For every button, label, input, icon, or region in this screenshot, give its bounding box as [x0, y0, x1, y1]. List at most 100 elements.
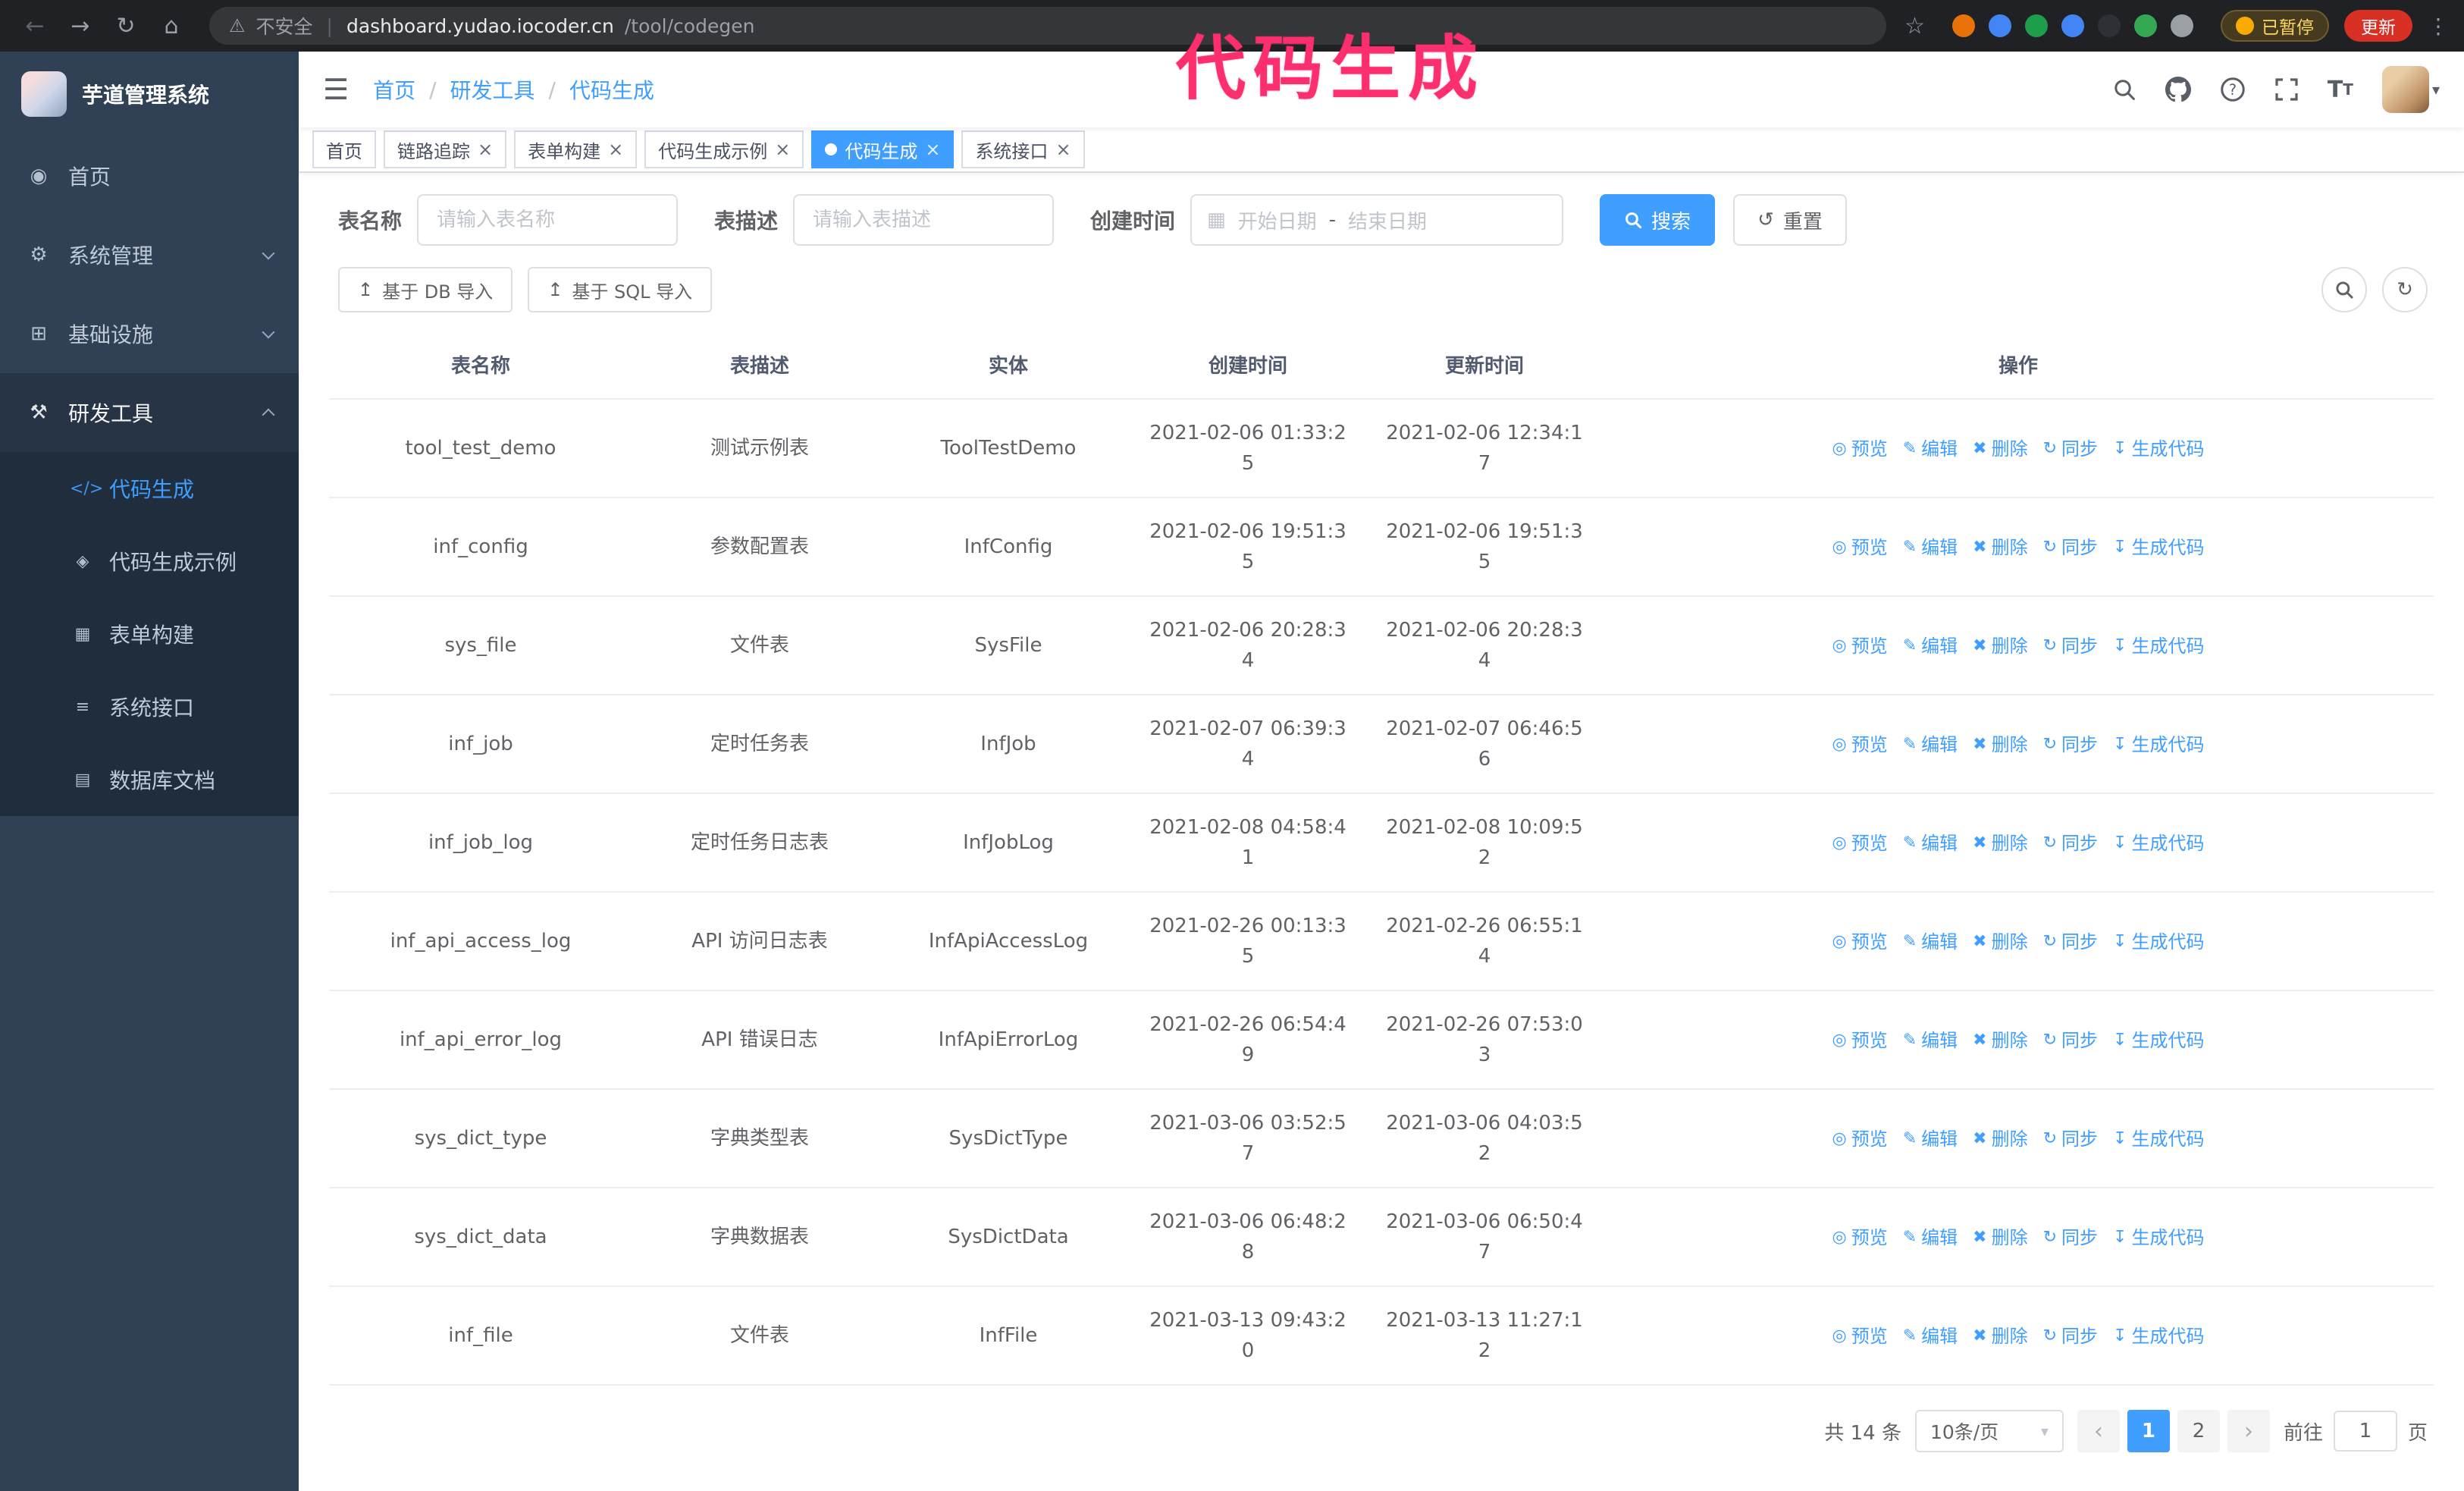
row-action-delete[interactable]: ✖ 删除	[1973, 532, 2027, 563]
row-action-delete[interactable]: ✖ 删除	[1973, 927, 2027, 957]
row-action-delete[interactable]: ✖ 删除	[1973, 1223, 2027, 1253]
row-action-generate[interactable]: ↧ 生成代码	[2113, 828, 2204, 859]
row-action-preview[interactable]: ◎ 预览	[1832, 828, 1888, 859]
extension-icon[interactable]	[2171, 14, 2193, 37]
sidebar-toggle-icon[interactable]: ☰	[323, 73, 349, 106]
row-action-preview[interactable]: ◎ 预览	[1832, 730, 1888, 760]
row-action-sync[interactable]: ↻ 同步	[2043, 1223, 2098, 1253]
row-action-generate[interactable]: ↧ 生成代码	[2113, 1321, 2204, 1351]
breadcrumb-home[interactable]: 首页	[373, 74, 415, 105]
sidebar-item-form-builder[interactable]: ▦ 表单构建	[0, 598, 299, 670]
sidebar-item-home[interactable]: ◉ 首页	[0, 137, 299, 215]
row-action-delete[interactable]: ✖ 删除	[1973, 631, 2027, 661]
header-search-icon[interactable]	[2112, 77, 2136, 102]
browser-menu-icon[interactable]: ⋮	[2428, 14, 2449, 39]
font-size-icon[interactable]: TT	[2328, 77, 2353, 103]
row-action-sync[interactable]: ↻ 同步	[2043, 532, 2098, 563]
row-action-preview[interactable]: ◎ 预览	[1832, 631, 1888, 661]
bookmark-star-icon[interactable]: ☆	[1904, 13, 1925, 39]
close-icon[interactable]: ×	[608, 140, 623, 159]
row-action-delete[interactable]: ✖ 删除	[1973, 828, 2027, 859]
row-action-edit[interactable]: ✎ 编辑	[1903, 1025, 1958, 1056]
close-icon[interactable]: ×	[1055, 140, 1071, 159]
address-bar[interactable]: ⚠ 不安全 | dashboard.yudao.iocoder.cn/tool/…	[209, 7, 1887, 45]
extension-icon[interactable]	[2134, 14, 2157, 37]
row-action-generate[interactable]: ↧ 生成代码	[2113, 1025, 2204, 1056]
row-action-edit[interactable]: ✎ 编辑	[1903, 927, 1958, 957]
row-action-generate[interactable]: ↧ 生成代码	[2113, 730, 2204, 760]
row-action-edit[interactable]: ✎ 编辑	[1903, 1321, 1958, 1351]
sidebar-item-devtools[interactable]: ⚒ 研发工具	[0, 373, 299, 452]
row-action-sync[interactable]: ↻ 同步	[2043, 434, 2098, 464]
row-action-delete[interactable]: ✖ 删除	[1973, 1321, 2027, 1351]
row-action-preview[interactable]: ◎ 预览	[1832, 1321, 1888, 1351]
sidebar-item-codegen-example[interactable]: ◈ 代码生成示例	[0, 525, 299, 598]
sidebar-item-system[interactable]: ⚙ 系统管理	[0, 215, 299, 294]
row-action-sync[interactable]: ↻ 同步	[2043, 1321, 2098, 1351]
table-desc-input[interactable]	[793, 194, 1055, 246]
toggle-search-button[interactable]	[2321, 267, 2367, 312]
sidebar-logo[interactable]: 芋道管理系统	[0, 52, 299, 137]
browser-forward-icon[interactable]: →	[61, 6, 100, 46]
tab-api[interactable]: 系统接口 ×	[961, 130, 1085, 168]
profile-paused-badge[interactable]: 已暂停	[2221, 10, 2329, 42]
import-db-button[interactable]: ↥ 基于 DB 导入	[338, 267, 513, 312]
row-action-preview[interactable]: ◎ 预览	[1832, 1223, 1888, 1253]
row-action-preview[interactable]: ◎ 预览	[1832, 532, 1888, 563]
next-page-button[interactable]: ›	[2227, 1410, 2270, 1452]
browser-home-icon[interactable]: ⌂	[152, 6, 191, 46]
security-label[interactable]: 不安全	[256, 12, 313, 39]
chrome-update-button[interactable]: 更新	[2344, 10, 2412, 42]
row-action-edit[interactable]: ✎ 编辑	[1903, 532, 1958, 563]
row-action-sync[interactable]: ↻ 同步	[2043, 1124, 2098, 1154]
table-name-input[interactable]	[417, 194, 679, 246]
row-action-sync[interactable]: ↻ 同步	[2043, 730, 2098, 760]
extension-icon[interactable]	[2061, 14, 2084, 37]
row-action-preview[interactable]: ◎ 预览	[1832, 1025, 1888, 1056]
extension-icon[interactable]	[2098, 14, 2121, 37]
sidebar-item-db-doc[interactable]: ▤ 数据库文档	[0, 743, 299, 816]
row-action-edit[interactable]: ✎ 编辑	[1903, 730, 1958, 760]
extension-icon[interactable]	[1952, 14, 1975, 37]
tab-form-builder[interactable]: 表单构建 ×	[514, 130, 638, 168]
row-action-delete[interactable]: ✖ 删除	[1973, 434, 2027, 464]
page-2-button[interactable]: 2	[2177, 1410, 2220, 1452]
tab-tracing[interactable]: 链路追踪 ×	[384, 130, 507, 168]
extension-icon[interactable]	[1989, 14, 2011, 37]
sidebar-item-codegen[interactable]: </> 代码生成	[0, 452, 299, 525]
close-icon[interactable]: ×	[775, 140, 790, 159]
search-button[interactable]: 搜索	[1600, 194, 1716, 246]
row-action-delete[interactable]: ✖ 删除	[1973, 730, 2027, 760]
help-icon[interactable]: ?	[2220, 77, 2246, 102]
row-action-delete[interactable]: ✖ 删除	[1973, 1124, 2027, 1154]
fullscreen-icon[interactable]	[2274, 77, 2299, 102]
sidebar-item-infra[interactable]: ⊞ 基础设施	[0, 294, 299, 373]
user-avatar[interactable]: ▾	[2381, 66, 2440, 113]
row-action-sync[interactable]: ↻ 同步	[2043, 927, 2098, 957]
row-action-preview[interactable]: ◎ 预览	[1832, 927, 1888, 957]
row-action-edit[interactable]: ✎ 编辑	[1903, 434, 1958, 464]
breadcrumb-devtools[interactable]: 研发工具	[450, 74, 535, 105]
page-size-select[interactable]: 10条/页 ▾	[1914, 1410, 2064, 1452]
tab-codegen[interactable]: 代码生成 ×	[811, 130, 955, 168]
row-action-generate[interactable]: ↧ 生成代码	[2113, 927, 2204, 957]
row-action-sync[interactable]: ↻ 同步	[2043, 828, 2098, 859]
row-action-edit[interactable]: ✎ 编辑	[1903, 828, 1958, 859]
extension-icon[interactable]	[2025, 14, 2048, 37]
row-action-generate[interactable]: ↧ 生成代码	[2113, 532, 2204, 563]
page-1-button[interactable]: 1	[2127, 1410, 2170, 1452]
row-action-delete[interactable]: ✖ 删除	[1973, 1025, 2027, 1056]
tab-home[interactable]: 首页	[312, 130, 376, 168]
github-icon[interactable]	[2165, 77, 2191, 102]
browser-back-icon[interactable]: ←	[15, 6, 55, 46]
row-action-generate[interactable]: ↧ 生成代码	[2113, 1223, 2204, 1253]
url-path[interactable]: /tool/codegen	[625, 15, 755, 37]
row-action-edit[interactable]: ✎ 编辑	[1903, 1223, 1958, 1253]
row-action-edit[interactable]: ✎ 编辑	[1903, 631, 1958, 661]
import-sql-button[interactable]: ↥ 基于 SQL 导入	[528, 267, 713, 312]
prev-page-button[interactable]: ‹	[2077, 1410, 2120, 1452]
close-icon[interactable]: ×	[925, 140, 940, 159]
sidebar-item-api[interactable]: ≡ 系统接口	[0, 670, 299, 743]
row-action-preview[interactable]: ◎ 预览	[1832, 1124, 1888, 1154]
browser-reload-icon[interactable]: ↻	[106, 6, 146, 46]
